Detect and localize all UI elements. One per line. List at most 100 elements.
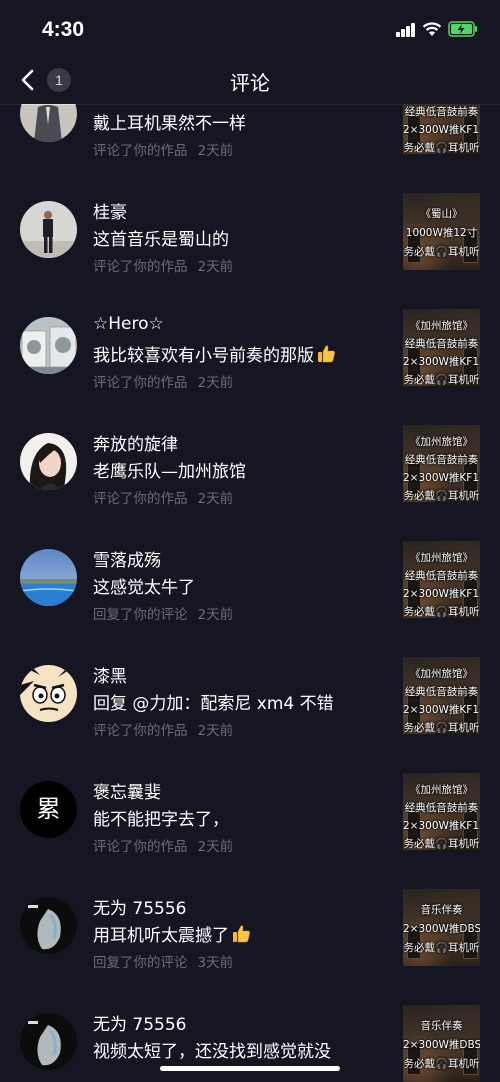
thumbnail-caption-line: 务必戴🎧耳机听 [403, 606, 480, 618]
video-thumbnail[interactable]: 《加州旅馆》经典低音鼓前奏2×300W推KF1503务必戴🎧耳机听 [403, 541, 480, 618]
comment-meta: 评论了你的作品 2天前 [93, 139, 233, 159]
comment-text-content: 回复 @力加：配索尼 xm4 不错 [93, 694, 334, 714]
thumbnail-caption-line: 《加州旅馆》 [410, 436, 473, 448]
comment-action: 评论了你的作品 [93, 375, 188, 391]
video-thumbnail[interactable]: 《加州旅馆》经典低音鼓前奏 2×300W推KF1503 务必戴🎧耳机听 [403, 657, 480, 734]
comment-row[interactable]: 无为 75556 用耳机听太震撼了回复了你的评论 3天前 音乐伴奏 2×300W推DBS… [0, 876, 500, 992]
video-thumbnail[interactable]: 《加州旅馆》经典低音鼓前奏2×300W推KF1503务必戴🎧耳机听 [403, 104, 480, 154]
comment-action: 评论了你的作品 [93, 143, 188, 159]
comment-text: 用耳机听太震撼了 [93, 921, 251, 946]
thumbnail-caption-line: 务必戴🎧耳机听 [403, 142, 480, 154]
video-thumbnail[interactable]: 《加州旅馆》经典低音鼓前奏2×300W推KF1503务必戴🎧耳机听 [403, 425, 480, 502]
comment-user-name[interactable]: 无为 75556 [93, 894, 186, 919]
comment-text: 视频太短了，还没找到感觉就没 [93, 1037, 331, 1062]
thumbnail-caption-line: 2×300W推DBS51 [403, 923, 480, 935]
thumbnail-caption-line: 经典低音鼓前奏 [404, 338, 479, 350]
comment-user-name[interactable]: ☆Hero☆ [93, 314, 164, 334]
comment-text-content: 戴上耳机果然不一样 [93, 114, 246, 134]
comment-row[interactable]: Justin戴上耳机果然不一样评论了你的作品2天前《加州旅馆》经典低音鼓前奏2×… [0, 104, 500, 180]
thumbnail-caption-line: 《加州旅馆》 [410, 784, 473, 796]
thumbnail-caption-line: 《蜀山》 [420, 208, 463, 220]
thumbnail-caption-line: 务必戴🎧耳机听 [403, 722, 480, 734]
video-thumbnail[interactable]: 音乐伴奏 2×300W推DBS51 务必戴🎧耳机听 [403, 1005, 480, 1082]
comment-text-content: 能不能把字去了， [93, 810, 229, 830]
thumbnail-caption-line: 2×300W推KF1503 [403, 820, 480, 832]
comment-action: 评论了你的作品 [93, 839, 188, 855]
avatar-lei[interactable]: 累 [20, 781, 77, 838]
comment-time: 2天前 [197, 375, 234, 391]
comment-text-content: 视频太短了，还没找到感觉就没 [93, 1042, 331, 1062]
home-indicator[interactable] [160, 1066, 340, 1071]
comment-user-name[interactable]: 褒忘曩婓 [93, 778, 161, 803]
comment-action: 评论了你的作品 [93, 491, 188, 507]
thumbnail-caption-line: 2×300W推KF1503 [403, 124, 480, 136]
avatar-art[interactable] [20, 1013, 77, 1070]
comment-user-name[interactable]: 桂豪 [93, 198, 127, 223]
video-thumbnail[interactable]: 《加州旅馆》经典低音鼓前奏2×300W推KF1503务必戴🎧耳机听 [403, 309, 480, 386]
cellular-signal-icon [396, 23, 416, 37]
thumbnail-caption-line: 经典低音鼓前奏 [404, 802, 479, 814]
comment-row[interactable]: ☆Hero☆ 我比较喜欢有小号前奏的那版评论了你的作品 2天前 《加州旅馆》 经典低音鼓… [0, 296, 500, 412]
page-title: 评论 [230, 71, 270, 95]
comment-text: 老鹰乐队—加州旅馆 [93, 457, 246, 482]
battery-charging-icon [448, 21, 477, 37]
avatar-cartoon[interactable] [20, 665, 77, 722]
video-thumbnail[interactable]: 《蜀山》 1000W推12寸 务必戴🎧耳机听 [403, 193, 480, 270]
avatar-machines[interactable] [20, 317, 77, 374]
video-thumbnail[interactable]: 《加州旅馆》经典低音鼓前奏 2×300W推KF1503 务必戴🎧耳机听 [403, 773, 480, 850]
thumbnail-caption-line: 务必戴🎧耳机听 [403, 1058, 480, 1070]
comment-user-name[interactable]: 雪落成殇 [93, 546, 161, 571]
thumbnail-caption-line: 经典低音鼓前奏 [404, 106, 479, 118]
notifications-screen: 4:30 1 评论 Justin戴上耳机果然不一样评论了你的作品2天前《加州旅馆… [0, 0, 500, 1082]
avatar-suit-man[interactable] [20, 104, 77, 142]
avatar-woman[interactable] [20, 433, 77, 490]
avatar-pool[interactable] [20, 549, 77, 606]
comment-time: 2天前 [197, 143, 234, 159]
comment-text-content: 我比较喜欢有小号前奏的那版 [93, 346, 314, 366]
comment-action: 回复了你的评论 [93, 607, 188, 623]
thumbnail-caption-line: 《加州旅馆》 [410, 320, 473, 332]
comment-user-name[interactable]: 奔放的旋律 [93, 430, 178, 455]
thumbnail-caption-line: 经典低音鼓前奏 [404, 454, 479, 466]
avatar-standing-man[interactable] [20, 201, 77, 258]
video-thumbnail[interactable]: 音乐伴奏 2×300W推DBS51 务必戴🎧耳机听 [403, 889, 480, 966]
thumbnail-caption-line: 务必戴🎧耳机听 [403, 838, 480, 850]
comment-row[interactable]: 累褒忘曩婓能不能把字去了， 评论了你的作品 2天前 《加州旅馆》 经典低音鼓前奏 2×30… [0, 760, 500, 876]
thumbnail-caption-line: 2×300W推DBS51 [403, 1039, 480, 1051]
avatar-art[interactable] [20, 897, 77, 954]
nav-header: 1 评论 [0, 58, 500, 105]
comment-meta: 回复了你的评论 3天前 [93, 951, 233, 971]
thumbnail-caption-line: 2×300W推KF1503 [403, 704, 480, 716]
comment-text: 能不能把字去了， [93, 805, 229, 830]
comment-time: 2天前 [197, 839, 234, 855]
comment-row[interactable]: 雪落成殇 这感觉太牛了 回复了你的评论 2天前 《加州旅馆》 经典低音鼓前奏 2×300W推… [0, 528, 500, 644]
comment-meta: 回复了你的评论 2天前 [93, 603, 233, 623]
comment-text-content: 这首音乐是蜀山的 [93, 230, 229, 250]
status-time: 4:30 [42, 18, 85, 41]
comment-user-name[interactable]: 无为 75556 [93, 1010, 186, 1035]
comment-meta: 评论了你的作品 2天前 [93, 371, 233, 391]
comment-text-content: 用耳机听太震撼了 [93, 926, 229, 946]
comment-list[interactable]: Justin戴上耳机果然不一样评论了你的作品2天前《加州旅馆》经典低音鼓前奏2×… [0, 104, 500, 1082]
comment-meta: 评论了你的作品 2天前 [93, 487, 233, 507]
thumbnail-caption-line: 《加州旅馆》 [410, 668, 473, 680]
thumbnail-caption-line: 音乐伴奏 [420, 1020, 463, 1032]
comment-time: 3天前 [197, 955, 234, 971]
comment-time: 2天前 [197, 491, 234, 507]
comment-user-name[interactable]: 漆黑 [93, 662, 127, 687]
thumbnail-caption-line: 2×300W推KF1503 [403, 472, 480, 484]
thumbnail-caption-line: 务必戴🎧耳机听 [403, 246, 480, 258]
thumbnail-caption-line: 务必戴🎧耳机听 [403, 942, 480, 954]
status-bar: 4:30 [0, 0, 500, 58]
wifi-icon [422, 22, 442, 36]
comment-action: 回复了你的评论 [93, 955, 188, 971]
thumbnail-caption-line: 音乐伴奏 [420, 904, 463, 916]
comment-text: 回复 @力加：配索尼 xm4 不错 [93, 689, 334, 714]
comment-row[interactable]: 奔放的旋律 老鹰乐队—加州旅馆评论了你的作品 2天前 《加州旅馆》 经典低音鼓前奏 2×3… [0, 412, 500, 528]
thumbnail-caption-line: 2×300W推KF1503 [403, 588, 480, 600]
comment-row[interactable]: 桂豪 这首音乐是蜀山的 评论了你的作品 2天前 《蜀山》 1000W推12寸 务必戴🎧耳机听 [0, 180, 500, 296]
thumbnail-caption-line: 经典低音鼓前奏 [404, 686, 479, 698]
comment-action: 评论了你的作品 [93, 723, 188, 739]
comment-text: 这感觉太牛了 [93, 573, 195, 598]
comment-row[interactable]: 漆黑 回复 @力加：配索尼 xm4 不错 评论了你的作品 2天前 《加州旅馆》 经典低音鼓… [0, 644, 500, 760]
